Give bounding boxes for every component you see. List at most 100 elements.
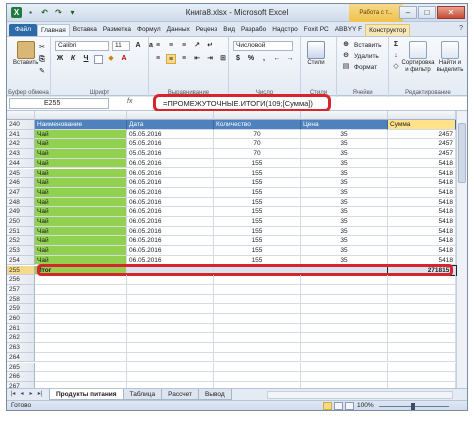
format-painter-icon[interactable]: ✎ <box>37 67 47 77</box>
table-cell[interactable]: Чай <box>35 217 127 227</box>
empty-cell[interactable] <box>301 294 388 305</box>
tab-review[interactable]: Реценз <box>193 24 221 36</box>
table-cell[interactable]: 2457 <box>388 149 456 159</box>
table-cell[interactable]: 06.05.2016 <box>127 226 214 237</box>
empty-cell[interactable] <box>127 275 214 285</box>
empty-cell[interactable] <box>127 304 214 314</box>
empty-cell[interactable] <box>35 372 127 382</box>
empty-cell[interactable] <box>388 352 456 363</box>
row-header[interactable]: 243 <box>7 149 35 159</box>
find-select-button[interactable]: Найти и выделить <box>435 41 465 74</box>
row-header[interactable]: 257 <box>7 284 35 295</box>
row-header[interactable]: 254 <box>7 255 35 266</box>
empty-cell[interactable] <box>388 275 456 285</box>
row-header[interactable]: 264 <box>7 352 35 363</box>
align-top-icon[interactable]: ≡ <box>153 41 163 51</box>
empty-cell[interactable] <box>35 284 127 295</box>
table-column-header[interactable]: Сумма <box>388 120 456 130</box>
empty-cell[interactable] <box>35 275 127 285</box>
table-cell[interactable]: 5418 <box>388 197 456 208</box>
table-cell[interactable]: 06.05.2016 <box>127 236 214 247</box>
currency-icon[interactable]: $ <box>233 54 243 64</box>
table-cell[interactable]: Чай <box>35 149 127 159</box>
empty-cell[interactable] <box>301 304 388 314</box>
column-header[interactable] <box>301 111 388 120</box>
table-cell[interactable]: Чай <box>35 236 127 247</box>
table-cell[interactable]: 06.05.2016 <box>127 168 214 179</box>
empty-cell[interactable] <box>301 343 388 353</box>
table-cell[interactable]: 5418 <box>388 217 456 227</box>
empty-cell[interactable] <box>388 372 456 382</box>
row-header[interactable]: 256 <box>7 275 35 285</box>
row-header[interactable]: 248 <box>7 197 35 208</box>
table-cell[interactable]: 5418 <box>388 207 456 217</box>
font-name-select[interactable]: Calibri <box>55 41 109 51</box>
empty-cell[interactable] <box>35 294 127 305</box>
row-header[interactable]: 244 <box>7 158 35 169</box>
empty-cell[interactable] <box>301 314 388 324</box>
tab-insert[interactable]: Вставка <box>70 24 100 36</box>
table-column-header[interactable]: Количество <box>214 120 301 130</box>
spreadsheet-grid[interactable]: 240 Наименование Дата Количество Цена Сумма 24… <box>7 111 467 388</box>
table-cell[interactable]: 35 <box>301 226 388 237</box>
row-header[interactable]: 246 <box>7 178 35 188</box>
tab-foxit[interactable]: Foxit PC <box>301 24 332 36</box>
table-cell[interactable]: Чай <box>35 226 127 237</box>
row-header[interactable]: 255 <box>7 265 35 276</box>
table-cell[interactable]: 35 <box>301 207 388 217</box>
table-cell[interactable]: 155 <box>214 187 301 198</box>
table-cell[interactable]: 5418 <box>388 226 456 237</box>
row-header[interactable]: 261 <box>7 323 35 334</box>
table-cell[interactable]: 155 <box>214 236 301 247</box>
tab-design[interactable]: Конструктор <box>365 24 411 36</box>
table-cell[interactable]: 06.05.2016 <box>127 158 214 169</box>
table-cell[interactable]: 05.05.2016 <box>127 139 214 150</box>
empty-cell[interactable] <box>127 284 214 295</box>
maximize-button[interactable]: □ <box>418 6 436 19</box>
underline-icon[interactable]: Ч <box>81 54 91 64</box>
empty-cell[interactable] <box>214 333 301 344</box>
empty-cell[interactable] <box>214 362 301 373</box>
number-format-select[interactable]: Числовой <box>233 41 293 51</box>
table-cell[interactable]: Чай <box>35 187 127 198</box>
row-header[interactable]: 253 <box>7 246 35 256</box>
table-cell[interactable]: 5418 <box>388 236 456 247</box>
table-cell[interactable]: 35 <box>301 168 388 179</box>
delete-cells-button[interactable]: ⊖ Удалить <box>341 51 379 61</box>
empty-cell[interactable] <box>127 314 214 324</box>
empty-cell[interactable] <box>35 314 127 324</box>
table-cell[interactable]: 35 <box>301 178 388 188</box>
table-cell[interactable]: 35 <box>301 217 388 227</box>
close-button[interactable]: ✕ <box>437 6 465 19</box>
row-header[interactable]: 250 <box>7 217 35 227</box>
styles-button[interactable]: Стили <box>307 41 325 67</box>
increase-indent-icon[interactable]: ⇥ <box>205 54 215 64</box>
comma-style-icon[interactable]: , <box>259 54 269 64</box>
table-cell[interactable]: 35 <box>301 149 388 159</box>
table-cell[interactable]: 155 <box>214 246 301 256</box>
copy-icon[interactable]: ⎘ <box>37 55 47 65</box>
table-cell[interactable]: 5418 <box>388 187 456 198</box>
row-header[interactable]: 240 <box>7 120 35 130</box>
table-cell[interactable]: 155 <box>214 207 301 217</box>
table-cell[interactable]: 155 <box>214 226 301 237</box>
format-cells-button[interactable]: ▤ Формат <box>341 62 377 72</box>
empty-cell[interactable] <box>127 333 214 344</box>
horizontal-scrollbar[interactable] <box>267 391 453 399</box>
table-cell[interactable]: 06.05.2016 <box>127 207 214 217</box>
vertical-scroll-thumb[interactable] <box>458 123 466 183</box>
empty-cell[interactable] <box>388 314 456 324</box>
empty-cell[interactable] <box>301 362 388 373</box>
tab-addins[interactable]: Надстро <box>269 24 301 36</box>
select-all-corner[interactable] <box>7 111 35 120</box>
empty-cell[interactable] <box>127 343 214 353</box>
empty-cell[interactable] <box>214 314 301 324</box>
zoom-level[interactable]: 100% <box>357 402 374 409</box>
percent-icon[interactable]: % <box>246 54 256 64</box>
empty-cell[interactable] <box>214 372 301 382</box>
cut-icon[interactable]: ✂ <box>37 43 47 53</box>
empty-cell[interactable] <box>214 304 301 314</box>
table-cell[interactable]: 35 <box>301 129 388 140</box>
column-header[interactable] <box>35 111 127 120</box>
empty-cell[interactable] <box>301 275 388 285</box>
